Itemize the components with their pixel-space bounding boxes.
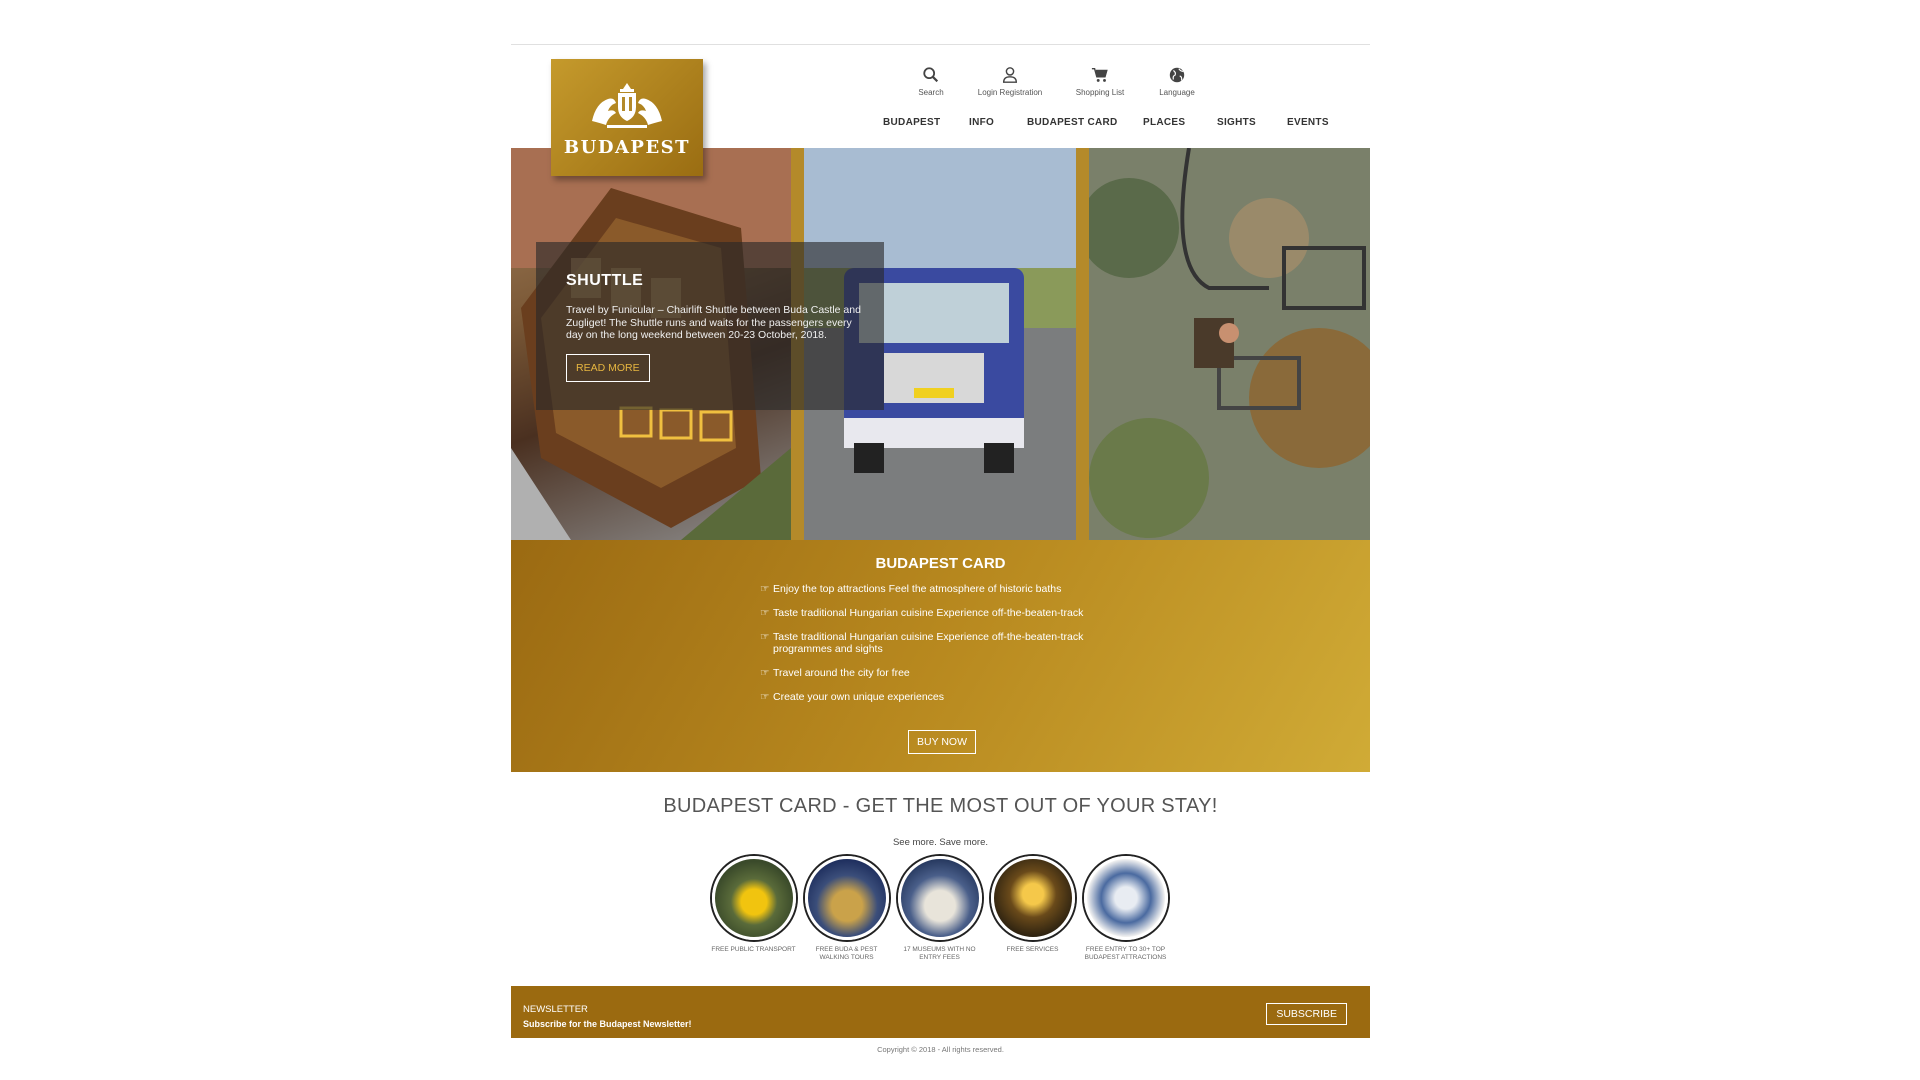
bath-image <box>990 856 1075 940</box>
benefit-circles: FREE PUBLIC TRANSPORT FREE BUDA & PEST W… <box>711 856 1168 961</box>
buy-now-button[interactable]: BUY NOW <box>908 730 976 754</box>
list-item: ☞ Taste traditional Hungarian cuisine Exp… <box>760 607 1130 619</box>
nav-sights[interactable]: SIGHTS <box>1217 117 1256 128</box>
login-label: Login Registration <box>977 88 1043 97</box>
nav-budapest[interactable]: BUDAPEST <box>883 117 940 128</box>
pointing-hand-icon: ☞ <box>760 691 770 703</box>
user-icon <box>1002 67 1018 83</box>
benefit-label: FREE SERVICES <box>1006 946 1059 953</box>
hero-slider: SHUTTLE Travel by Funicular – Chairlift … <box>511 148 1370 540</box>
nav-places[interactable]: PLACES <box>1143 117 1185 128</box>
list-item-text: Enjoy the top attractions Feel the atmos… <box>773 583 1062 595</box>
cards-image <box>1083 856 1168 940</box>
list-item: ☞ Travel around the city for free <box>760 667 1130 679</box>
shuttle-slide-caption: SHUTTLE Travel by Funicular – Chairlift … <box>536 242 884 410</box>
list-item-text: Travel around the city for free <box>773 667 910 679</box>
logo-text: BUDAPEST <box>563 137 691 158</box>
budapest-logo[interactable]: BUDAPEST <box>551 59 703 176</box>
benefit-item[interactable]: 17 MUSEUMS WITH NO ENTRY FEES <box>897 856 982 961</box>
benefit-label: 17 MUSEUMS WITH NO ENTRY FEES <box>903 946 976 961</box>
search-util[interactable]: Search <box>886 66 976 97</box>
budapest-card-section: BUDAPEST CARD ☞ Enjoy the top attractions… <box>511 540 1370 772</box>
language-label: Language <box>1159 88 1195 97</box>
page: BUDAPEST Search Login Registration Shopp… <box>511 44 1370 1074</box>
list-item-text: Taste traditional Hungarian cuisine Expe… <box>773 631 1084 655</box>
search-icon <box>923 67 939 83</box>
login-util[interactable]: Login Registration <box>965 66 1055 97</box>
chairlift-image <box>1089 148 1370 540</box>
benefit-item[interactable]: FREE SERVICES <box>990 856 1075 961</box>
benefit-label: FREE ENTRY TO 30+ TOP BUDAPEST ATTRACTIO… <box>1084 946 1167 961</box>
subscribe-button[interactable]: SUBSCRIBE <box>1266 1003 1347 1025</box>
card-benefits-list: ☞ Enjoy the top attractions Feel the atmo… <box>760 583 1130 715</box>
card-title: BUDAPEST CARD <box>875 555 1006 572</box>
pointing-hand-icon: ☞ <box>760 631 770 643</box>
benefit-item[interactable]: FREE BUDA & PEST WALKING TOURS <box>804 856 889 961</box>
pointing-hand-icon: ☞ <box>760 607 770 619</box>
read-more-button[interactable]: READ MORE <box>566 353 650 382</box>
newsletter-title: NEWSLETTER <box>523 1004 588 1015</box>
pointing-hand-icon: ☞ <box>760 583 770 595</box>
list-item: ☞ Enjoy the top attractions Feel the atmo… <box>760 583 1130 595</box>
list-item: ☞ Taste traditional Hungarian cuisine Exp… <box>760 631 1130 655</box>
top-divider <box>511 44 1370 45</box>
newsletter-bar: NEWSLETTER Subscribe for the Budapest Ne… <box>511 986 1370 1038</box>
list-item-text: Create your own unique experiences <box>773 691 945 703</box>
nav-events[interactable]: EVENTS <box>1287 117 1329 128</box>
coat-of-arms-icon <box>592 83 662 128</box>
benefit-label: FREE PUBLIC TRANSPORT <box>711 946 796 953</box>
search-label: Search <box>918 88 944 97</box>
copyright-text: Copyright © 2018 - All rights reserved. <box>877 1045 1004 1054</box>
shuttle-title: SHUTTLE <box>566 272 644 289</box>
list-item-text: Taste traditional Hungarian cuisine Expe… <box>773 607 1084 619</box>
language-util[interactable]: Language <box>1132 66 1222 97</box>
benefit-item[interactable]: FREE PUBLIC TRANSPORT <box>711 856 796 961</box>
shuttle-description: Travel by Funicular – Chairlift Shuttle … <box>566 304 861 341</box>
benefit-item[interactable]: FREE ENTRY TO 30+ TOP BUDAPEST ATTRACTIO… <box>1083 856 1168 961</box>
tram-image <box>711 856 796 940</box>
parliament-image <box>804 856 889 940</box>
newsletter-subtitle: Subscribe for the Budapest Newsletter! <box>523 1019 692 1029</box>
promo-headline: BUDAPEST CARD - GET THE MOST OUT OF YOUR… <box>663 795 1218 817</box>
benefit-label: FREE BUDA & PEST WALKING TOURS <box>815 946 878 961</box>
shopping-list-label: Shopping List <box>1075 88 1125 97</box>
museum-image <box>897 856 982 940</box>
list-item: ☞ Create your own unique experiences <box>760 691 1130 703</box>
nav-budapest-card[interactable]: BUDAPEST CARD <box>1027 117 1118 128</box>
cart-icon <box>1091 67 1108 82</box>
globe-icon <box>1169 67 1185 83</box>
pointing-hand-icon: ☞ <box>760 667 770 679</box>
promo-tagline: See more. Save more. <box>892 837 989 848</box>
nav-info[interactable]: INFO <box>969 117 994 128</box>
